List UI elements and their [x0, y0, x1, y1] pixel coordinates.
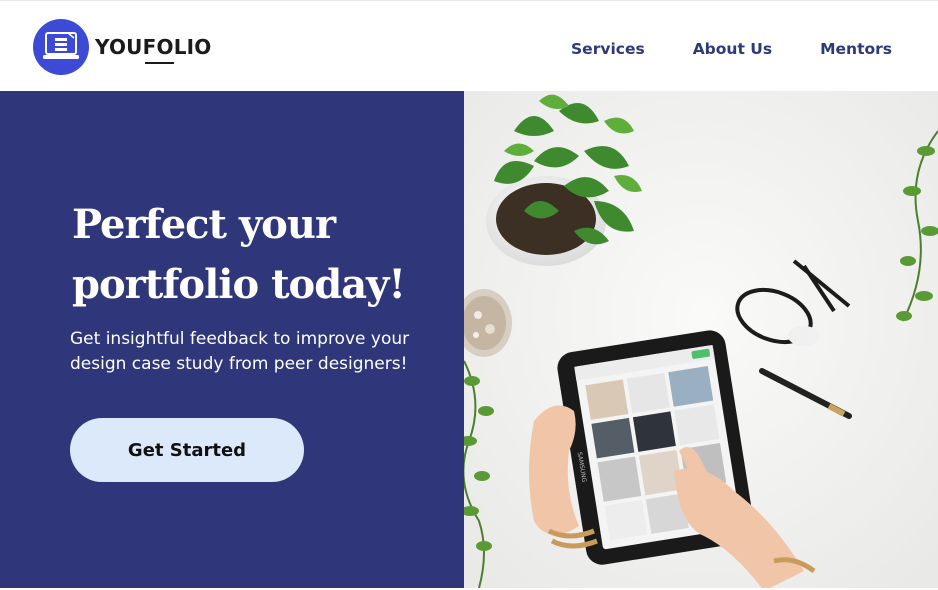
hero-photo: SAMSUNG: [464, 91, 938, 588]
tablet-desk-illustration: SAMSUNG: [464, 91, 938, 588]
hero-headline-line-2: portfolio today!: [72, 261, 406, 308]
hero-headline: Perfect your portfolio today!: [72, 195, 452, 315]
hero-subtitle-line-1: Get insightful feedback to improve your: [70, 329, 410, 349]
nav-link-services[interactable]: Services: [571, 40, 645, 58]
site-header: YOUFOLIO Services About Us Mentors: [0, 0, 938, 91]
brand-name: YOUFOLIO: [95, 35, 212, 59]
nav-link-mentors[interactable]: Mentors: [820, 40, 892, 58]
hero-subtitle: Get insightful feedback to improve your …: [70, 327, 440, 377]
hero-subtitle-line-2: design case study from peer designers!: [70, 354, 408, 374]
brand-logo[interactable]: YOUFOLIO: [33, 19, 212, 75]
hero-headline-line-1: Perfect your: [72, 201, 336, 248]
main-nav: Services About Us Mentors: [571, 40, 892, 58]
laptop-layers-icon: [33, 19, 89, 75]
get-started-button[interactable]: Get Started: [70, 418, 304, 482]
nav-link-about-us[interactable]: About Us: [693, 40, 772, 58]
hero-panel: Perfect your portfolio today! Get insigh…: [0, 91, 464, 588]
